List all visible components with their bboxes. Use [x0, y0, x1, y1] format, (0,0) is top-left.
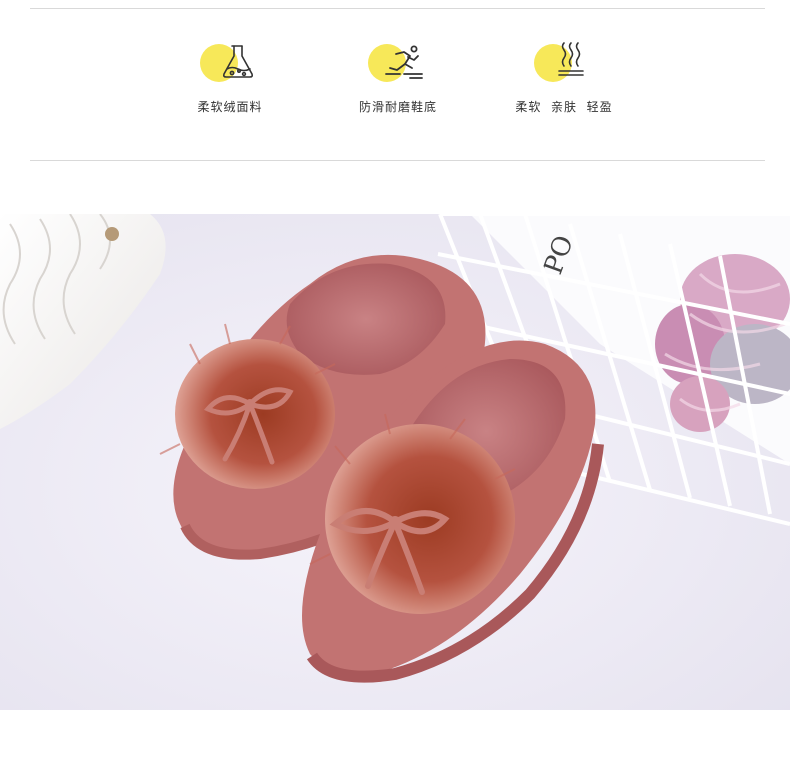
feature-skin-friendly: 柔软 亲肤 轻盈 — [494, 40, 634, 115]
feature-label: 防滑耐磨鞋底 — [358, 100, 437, 114]
running-icon — [368, 40, 428, 84]
top-divider — [30, 8, 765, 9]
feature-soft-fabric: 柔软绒面料 — [160, 40, 300, 115]
heat-waves-icon — [534, 40, 594, 84]
bottom-divider — [30, 160, 765, 161]
feature-anti-slip: 防滑耐磨鞋底 — [328, 40, 468, 115]
product-photo: PO — [0, 214, 790, 710]
feature-label: 柔软绒面料 — [197, 100, 263, 114]
feature-label: 柔软 亲肤 轻盈 — [515, 100, 613, 114]
flask-icon — [200, 40, 260, 84]
